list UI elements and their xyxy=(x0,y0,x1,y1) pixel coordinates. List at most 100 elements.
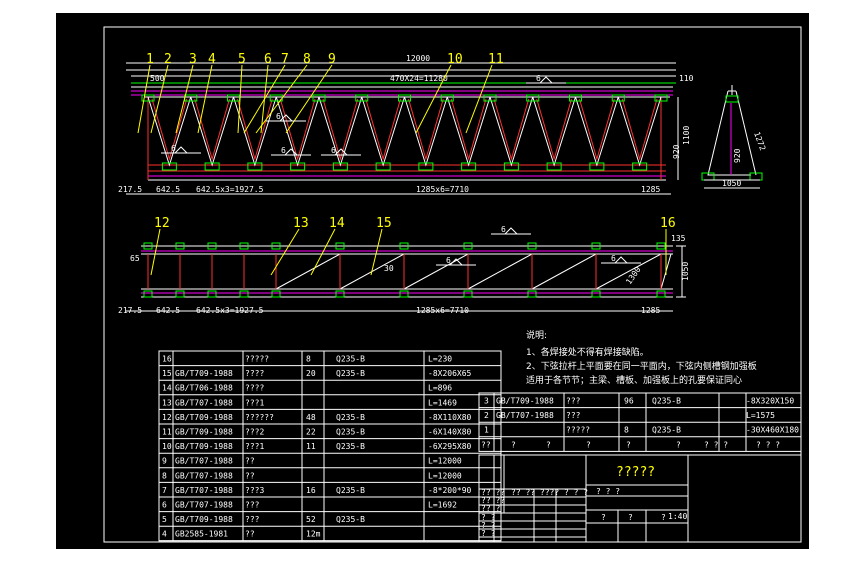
bom-cell-mat: Q235-B xyxy=(336,428,365,437)
bom-cell-std: GB/T707-1988 xyxy=(175,471,233,480)
elev-dim-b1: 217.5 xyxy=(118,185,142,194)
plan-plate-bottom xyxy=(175,290,185,298)
bom-cell-mat: Q235-B xyxy=(336,413,365,422)
weld-symbol: 6 xyxy=(611,254,616,263)
bom-right-cell-mat: Q235-B xyxy=(652,426,681,435)
callout-14: 14 xyxy=(329,216,345,231)
elevation-web-members xyxy=(147,96,662,167)
callout-11: 11 xyxy=(488,52,504,67)
bom-cell-no: 13 xyxy=(162,398,172,407)
section-dim-width: 1050 xyxy=(722,179,741,188)
bom-right-cell-qty: 8 xyxy=(624,426,629,435)
bom-header-a: ?? xyxy=(481,440,491,449)
bom-cell-name: ??? xyxy=(245,501,260,510)
bom-cell-spec: -8*200*90 xyxy=(428,486,472,495)
bom-cell-std: GB/T709-1988 xyxy=(175,428,233,437)
elev-dim-top-right: 110 xyxy=(679,74,694,83)
bom-right-cell-std: GB/T707-1988 xyxy=(496,411,554,420)
bom-cell-mat: Q235-B xyxy=(336,442,365,451)
callout-2: 2 xyxy=(164,52,172,67)
callout-13: 13 xyxy=(293,216,309,231)
bom-cell-std: GB/T707-1988 xyxy=(175,457,233,466)
elev-dim-height2: 920 xyxy=(672,144,681,159)
callout-4: 4 xyxy=(208,52,216,67)
bom-right-cell-std: GB/T709-1988 xyxy=(496,397,554,406)
bom-cell-spec: L=230 xyxy=(428,355,452,364)
bom-cell-name: ?? xyxy=(245,457,255,466)
title-block-sheet-1: ? xyxy=(601,513,606,522)
notes-line3: 适用于各节节；主梁、槽板、加强板上的孔要保证同心 xyxy=(526,374,742,386)
notes: 说明: 1、各焊接处不得有焊接缺陷。 2、下弦拉杆上平面要在同一平面内，下弦内侧… xyxy=(526,329,757,386)
bom-cell-qty: 20 xyxy=(306,369,316,378)
elev-dim-top-left: 500 xyxy=(150,74,165,83)
elevation-web-members-inner xyxy=(151,98,658,161)
bom-cell-spec: -8X110X80 xyxy=(428,413,472,422)
plan-dim-left: 65 xyxy=(130,254,140,263)
callout-1: 1 xyxy=(146,52,154,67)
bom-cell-no: 4 xyxy=(162,530,167,539)
callout-9: 9 xyxy=(328,52,336,67)
callout-3: 3 xyxy=(189,52,197,67)
bom-right-cell-name: ??? xyxy=(566,411,581,420)
bom-table-left: 16????? 8 Q235-B L=23015 GB/T709-1988???? 20 Q… xyxy=(158,350,502,542)
bom-cell-std: GB/T709-1988 xyxy=(175,413,233,422)
callout-8: 8 xyxy=(303,52,311,67)
plan-plate-bottom xyxy=(656,290,666,298)
bom-cell-no: 5 xyxy=(162,515,167,524)
notes-title: 说明: xyxy=(526,329,547,341)
weld-symbol: 6 xyxy=(281,146,286,155)
plan-dim-b5: 1285 xyxy=(641,306,660,315)
bom-cell-mat: Q235-B xyxy=(336,355,365,364)
bom-cell-qty: 52 xyxy=(306,515,316,524)
bom-cell-name: ?? xyxy=(245,530,255,539)
bom-cell-no: 12 xyxy=(162,413,172,422)
bom-cell-spec: L=896 xyxy=(428,384,452,393)
bom-header-f: ? xyxy=(676,440,681,449)
bom-right-cell-no: 1 xyxy=(484,426,489,435)
bom-cell-name: ???? xyxy=(245,369,264,378)
section-dim-slope: 1272 xyxy=(752,131,767,152)
bom-header-d: ? xyxy=(586,440,591,449)
bom-cell-std: GB2585-1981 xyxy=(175,530,228,539)
bom-right-cell-spec: -8X320X150 xyxy=(746,397,794,406)
title-block-row-a: ? ? ? xyxy=(596,487,620,496)
plan-transverse-posts xyxy=(147,254,662,289)
notes-line1: 1、各焊接处不得有焊接缺陷。 xyxy=(526,346,649,358)
bom-cell-qty: 16 xyxy=(306,486,316,495)
bom-header-e: ? xyxy=(626,440,631,449)
plan-plate-bottom xyxy=(143,290,153,298)
elevation-gusset-plates xyxy=(141,94,668,171)
elev-dim-b4: 1285x6=7710 xyxy=(416,185,469,194)
bom-right-cell-spec: L=1575 xyxy=(746,411,775,420)
bom-cell-spec: L=12000 xyxy=(428,471,462,480)
weld-symbol: 6 xyxy=(446,256,451,265)
weld-symbol: 6 xyxy=(331,146,336,155)
callout-12: 12 xyxy=(154,216,170,231)
title-block-row-b: ?? ?? ???? ? ? ? xyxy=(511,488,588,497)
weld-symbols: 6 6 6 6 6 6 6 6 xyxy=(161,74,641,266)
drawing-canvas: 12000 500 470X24=11280 110 217.5 642.5 6… xyxy=(103,26,802,543)
bom-cell-mat: Q235-B xyxy=(336,369,365,378)
title-block-sheet-2: ? xyxy=(628,513,633,522)
elev-dim-total: 12000 xyxy=(406,54,430,63)
bom-cell-no: 10 xyxy=(162,442,172,451)
plan-plate-bottom xyxy=(527,290,537,298)
plan-view: 217.5 642.5 642.5x3=1927.5 1285x6=7710 1… xyxy=(118,234,690,315)
bom-cell-qty: 12m xyxy=(306,530,321,539)
plan-dim-right-diag: 1300 xyxy=(624,265,643,286)
bom-cell-std: GB/T709-1988 xyxy=(175,369,233,378)
plan-dim-right-top: 135 xyxy=(671,234,686,243)
elev-dim-height: 1100 xyxy=(682,126,691,145)
bom-cell-spec: L=12000 xyxy=(428,457,462,466)
plan-dim-b3: 642.5x3=1927.5 xyxy=(196,306,264,315)
callout-16: 16 xyxy=(660,216,676,231)
bom-right-cell-qty: 96 xyxy=(624,397,634,406)
bom-cell-name: ???3 xyxy=(245,486,264,495)
title-block-title: ????? xyxy=(616,465,655,480)
plan-plate-bottom xyxy=(399,290,409,298)
bom-cell-no: 16 xyxy=(162,355,172,364)
elevation-view: 12000 500 470X24=11280 110 217.5 642.5 6… xyxy=(118,54,694,195)
callout-7: 7 xyxy=(281,52,289,67)
weld-symbol: 6 xyxy=(171,144,176,153)
section-view: 1050 1272 920 xyxy=(701,85,767,189)
